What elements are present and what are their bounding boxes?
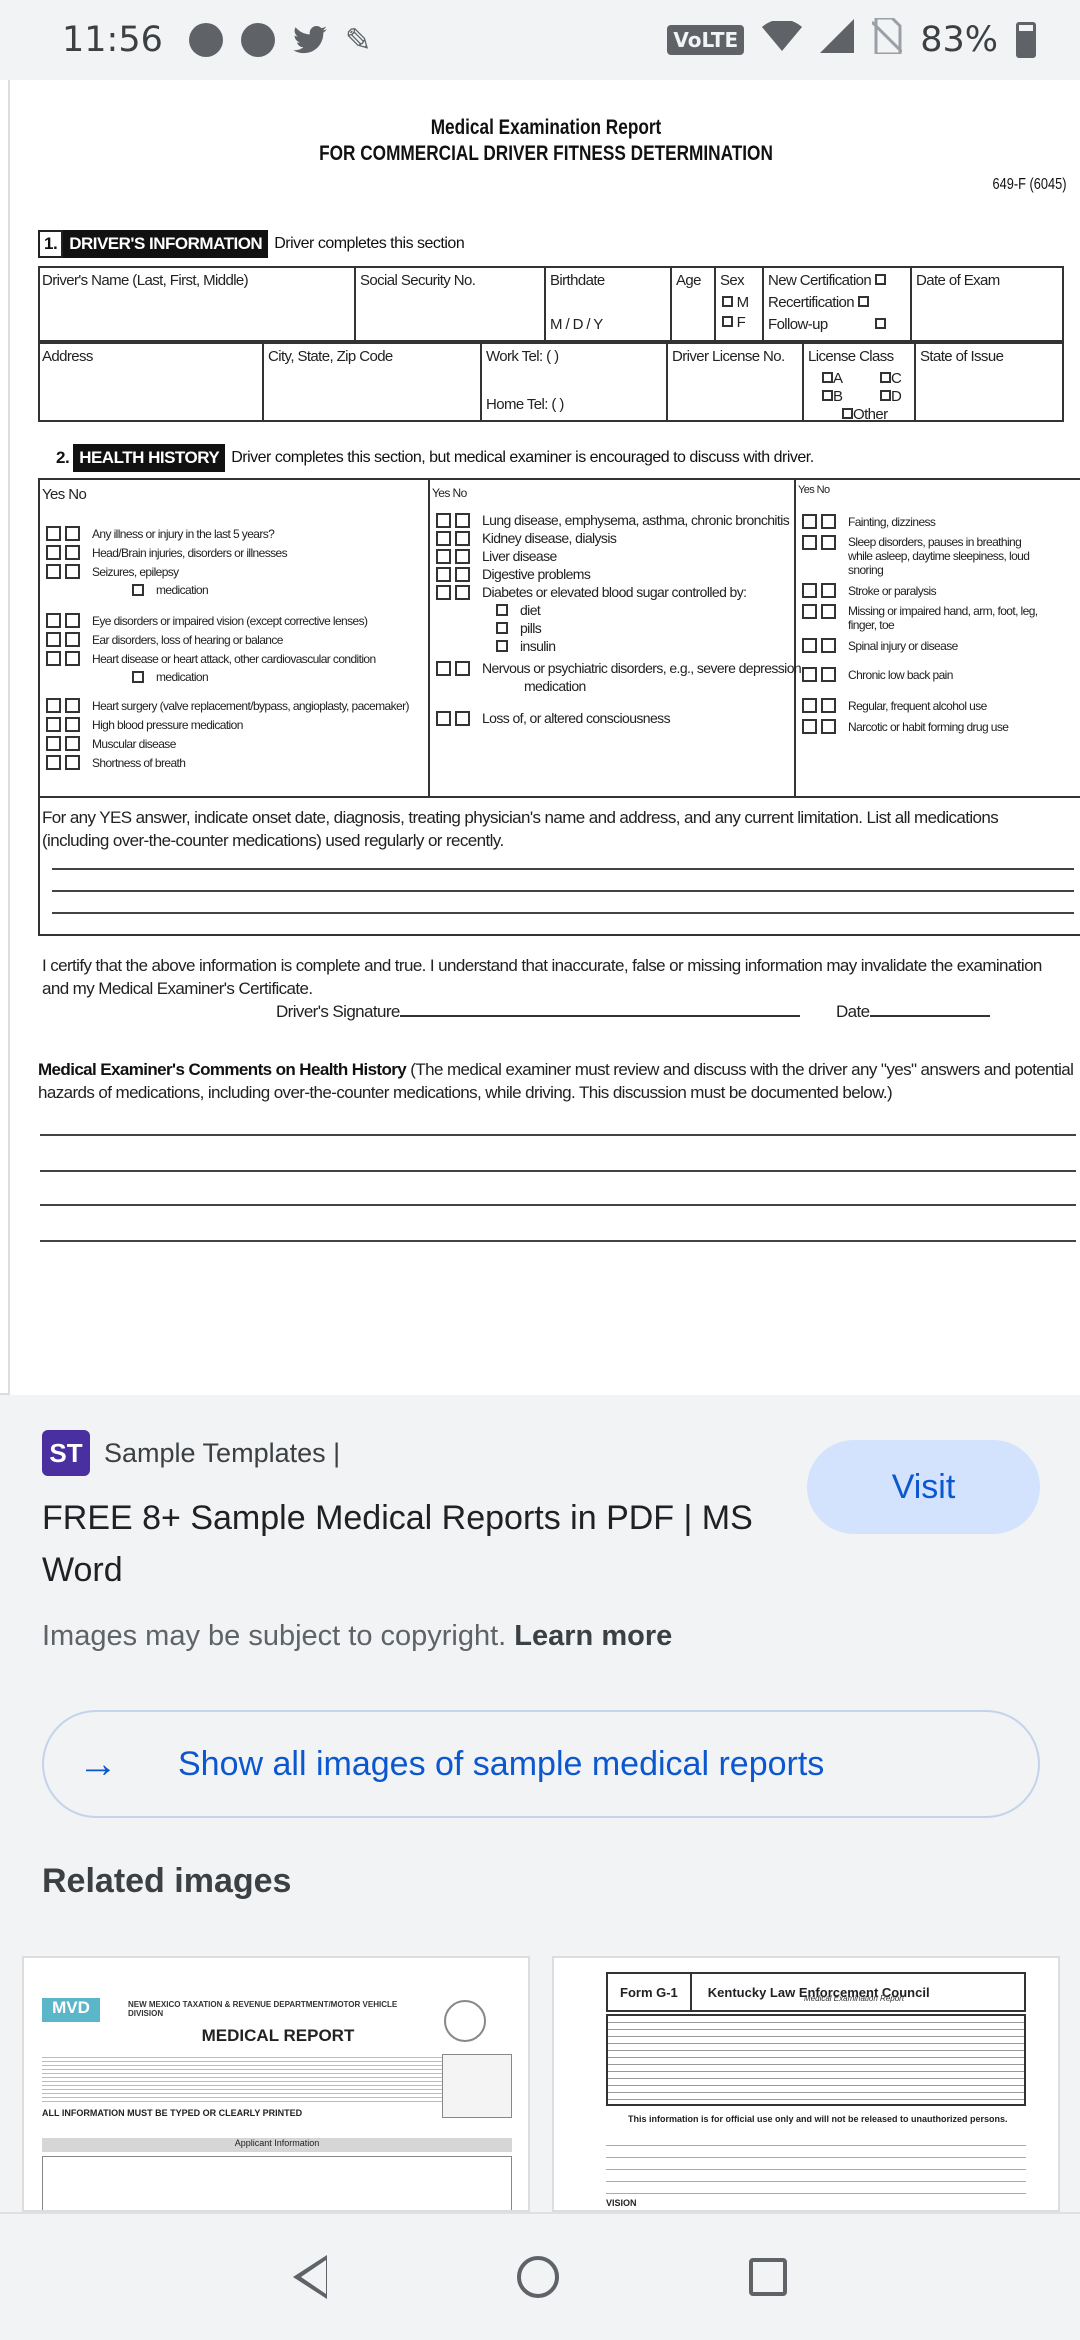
field-city: City, State, Zip Code bbox=[268, 348, 393, 365]
driver-signature-label: Driver's Signature bbox=[276, 1002, 800, 1022]
doc-subtitle: FOR COMMERCIAL DRIVER FITNESS DETERMINAT… bbox=[319, 142, 773, 165]
health-list-col2: Lung disease, emphysema, asthma, chronic… bbox=[436, 512, 802, 726]
field-recert: Recertification bbox=[768, 294, 869, 311]
source-name: Sample Templates | bbox=[104, 1437, 341, 1468]
message-notification-icon bbox=[188, 23, 223, 57]
field-home-tel: Home Tel: ( ) bbox=[486, 396, 564, 413]
clock: 11:56 bbox=[62, 20, 163, 60]
learn-more-link[interactable]: Learn more bbox=[514, 1620, 672, 1652]
cell-signal-icon bbox=[820, 18, 855, 62]
mvd-section: Applicant Information bbox=[42, 2138, 512, 2152]
health-list-col3: Fainting, dizziness Sleep disorders, pau… bbox=[802, 514, 1038, 734]
field-followup: Follow-up bbox=[768, 316, 887, 333]
field-class-b: B bbox=[822, 388, 843, 405]
show-all-images-button[interactable]: → Show all images of sample medical repo… bbox=[42, 1710, 1040, 1818]
examiner-comments: Medical Examiner's Comments on Health Hi… bbox=[38, 1060, 1074, 1102]
yes-no-header-3: Yes No bbox=[798, 484, 830, 496]
field-sex-m: M bbox=[722, 294, 749, 311]
status-bar: 11:56 ✎ VoLTE 83% bbox=[0, 0, 1080, 80]
image-viewer[interactable]: Medical Examination Report FOR COMMERCIA… bbox=[0, 80, 1080, 1395]
doc-title: Medical Examination Report bbox=[430, 116, 662, 139]
field-work-tel: Work Tel: ( ) bbox=[486, 348, 559, 365]
field-address: Address bbox=[42, 348, 93, 365]
mvd-title: MEDICAL REPORT bbox=[201, 2026, 355, 2045]
related-image-2[interactable]: Form G-1 Kentucky Law Enforcement Counci… bbox=[552, 1956, 1060, 2212]
field-sex: Sex bbox=[720, 272, 745, 289]
mvd-header: NEW MEXICO TAXATION & REVENUE DEPARTMENT… bbox=[128, 2000, 398, 2018]
form-g1-notice: This information is for official use onl… bbox=[628, 2114, 1008, 2124]
visit-button[interactable]: Visit bbox=[807, 1440, 1040, 1534]
home-icon[interactable] bbox=[517, 2256, 559, 2298]
arrow-right-icon: → bbox=[78, 1741, 118, 1786]
field-license-class: License Class bbox=[808, 348, 894, 365]
related-images-heading: Related images bbox=[42, 1862, 292, 1900]
form-g1-label: Form G-1 bbox=[608, 1974, 692, 2010]
field-state-issue: State of Issue bbox=[920, 348, 1004, 365]
back-icon[interactable] bbox=[293, 2255, 327, 2299]
field-ssn: Social Security No. bbox=[360, 272, 476, 289]
field-driver-name: Driver's Name (Last, First, Middle) bbox=[42, 272, 249, 289]
related-image-1[interactable]: MVD NEW MEXICO TAXATION & REVENUE DEPART… bbox=[22, 1956, 530, 2212]
site-logo-icon: ST bbox=[42, 1430, 90, 1476]
field-new-cert: New Certification bbox=[768, 272, 886, 289]
field-birthdate: Birthdate bbox=[550, 272, 605, 289]
mvd-logo: MVD bbox=[42, 1998, 100, 2022]
show-all-label: Show all images of sample medical report… bbox=[178, 1744, 825, 1783]
medical-report-image[interactable]: Medical Examination Report FOR COMMERCIA… bbox=[8, 80, 1080, 1395]
source-site[interactable]: ST Sample Templates | bbox=[42, 1430, 340, 1476]
health-list-col1: Any illness or injury in the last 5 year… bbox=[46, 526, 409, 770]
globe-notification-icon bbox=[240, 23, 275, 57]
form-g1-subtitle: Medical Examination Report bbox=[804, 1994, 905, 2003]
field-class-other: Other bbox=[842, 406, 888, 423]
twitter-notification-icon bbox=[293, 25, 327, 54]
volte-indicator: VoLTE bbox=[667, 25, 745, 55]
date-label: Date bbox=[836, 1002, 990, 1022]
field-age: Age bbox=[676, 272, 701, 289]
feather-notification-icon: ✎ bbox=[344, 21, 372, 59]
mvd-note: ALL INFORMATION MUST BE TYPED OR CLEARLY… bbox=[42, 2108, 303, 2118]
field-sex-f: F bbox=[722, 314, 746, 331]
battery-icon bbox=[1016, 22, 1036, 58]
yes-no-header-1: Yes No bbox=[42, 486, 87, 503]
battery-percent: 83% bbox=[920, 20, 998, 60]
mvd-status-box bbox=[442, 2054, 512, 2118]
field-class-a: A bbox=[822, 370, 843, 387]
field-date-exam: Date of Exam bbox=[916, 272, 1000, 289]
mvd-text-block bbox=[42, 2054, 442, 2102]
form-number: 649-F (6045) bbox=[992, 176, 1066, 193]
field-birthdate-hint: M / D / Y bbox=[550, 316, 603, 333]
wifi-icon bbox=[762, 19, 803, 60]
system-nav-bar bbox=[0, 2212, 1080, 2340]
copyright-notice: Images may be subject to copyright. Lear… bbox=[42, 1620, 673, 1652]
field-class-d: D bbox=[880, 388, 902, 405]
yes-no-header-2: Yes No bbox=[432, 486, 467, 500]
field-class-c: C bbox=[880, 370, 902, 387]
section1-header: 1. DRIVER'S INFORMATION Driver completes… bbox=[38, 230, 465, 258]
form-g1-vision: VISION bbox=[606, 2198, 637, 2208]
certify-text: I certify that the above information is … bbox=[42, 956, 1042, 998]
result-title[interactable]: FREE 8+ Sample Medical Reports in PDF | … bbox=[42, 1492, 762, 1596]
recents-icon[interactable] bbox=[749, 2258, 787, 2296]
field-license-no: Driver License No. bbox=[672, 348, 785, 365]
no-sim-icon bbox=[871, 16, 904, 63]
section2-header: 2. HEALTH HISTORY Driver completes this … bbox=[52, 444, 814, 472]
yes-answer-instructions: For any YES answer, indicate onset date,… bbox=[42, 808, 999, 850]
